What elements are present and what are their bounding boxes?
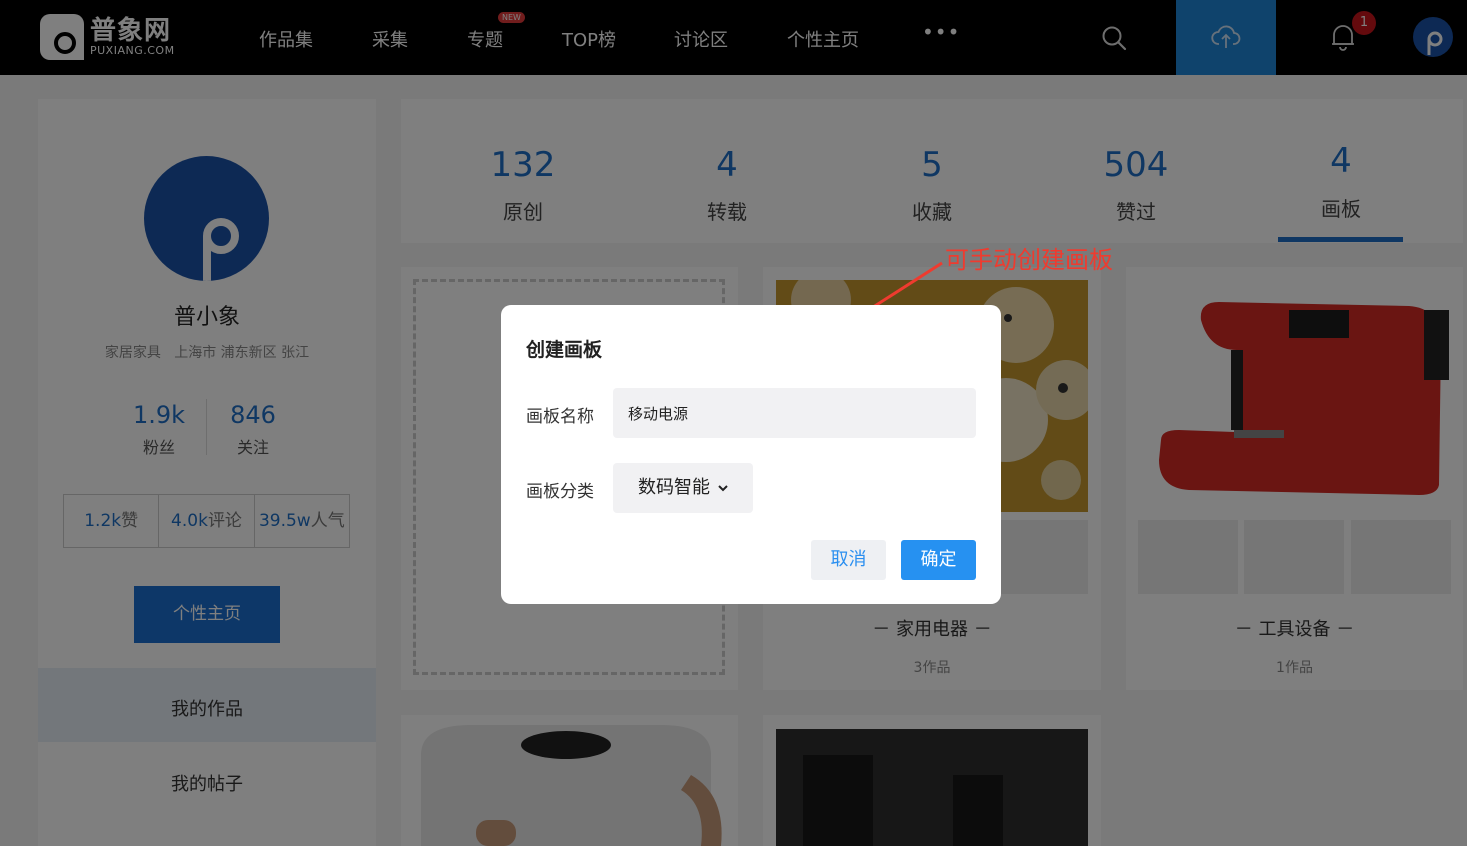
confirm-button[interactable]: 确定 xyxy=(901,540,976,580)
chevron-down-icon xyxy=(718,485,728,492)
dialog-title: 创建画板 xyxy=(526,339,603,361)
category-value: 数码智能 xyxy=(638,477,710,498)
annotation-text: 可手动创建画板 xyxy=(945,246,1113,274)
cancel-button[interactable]: 取消 xyxy=(811,540,886,580)
board-category-label: 画板分类 xyxy=(526,482,594,502)
board-name-label: 画板名称 xyxy=(526,407,594,427)
board-name-input[interactable] xyxy=(613,388,976,438)
board-category-select[interactable]: 数码智能 xyxy=(613,463,753,513)
create-board-dialog: 创建画板 画板名称 画板分类 数码智能 取消 确定 xyxy=(501,305,1001,604)
